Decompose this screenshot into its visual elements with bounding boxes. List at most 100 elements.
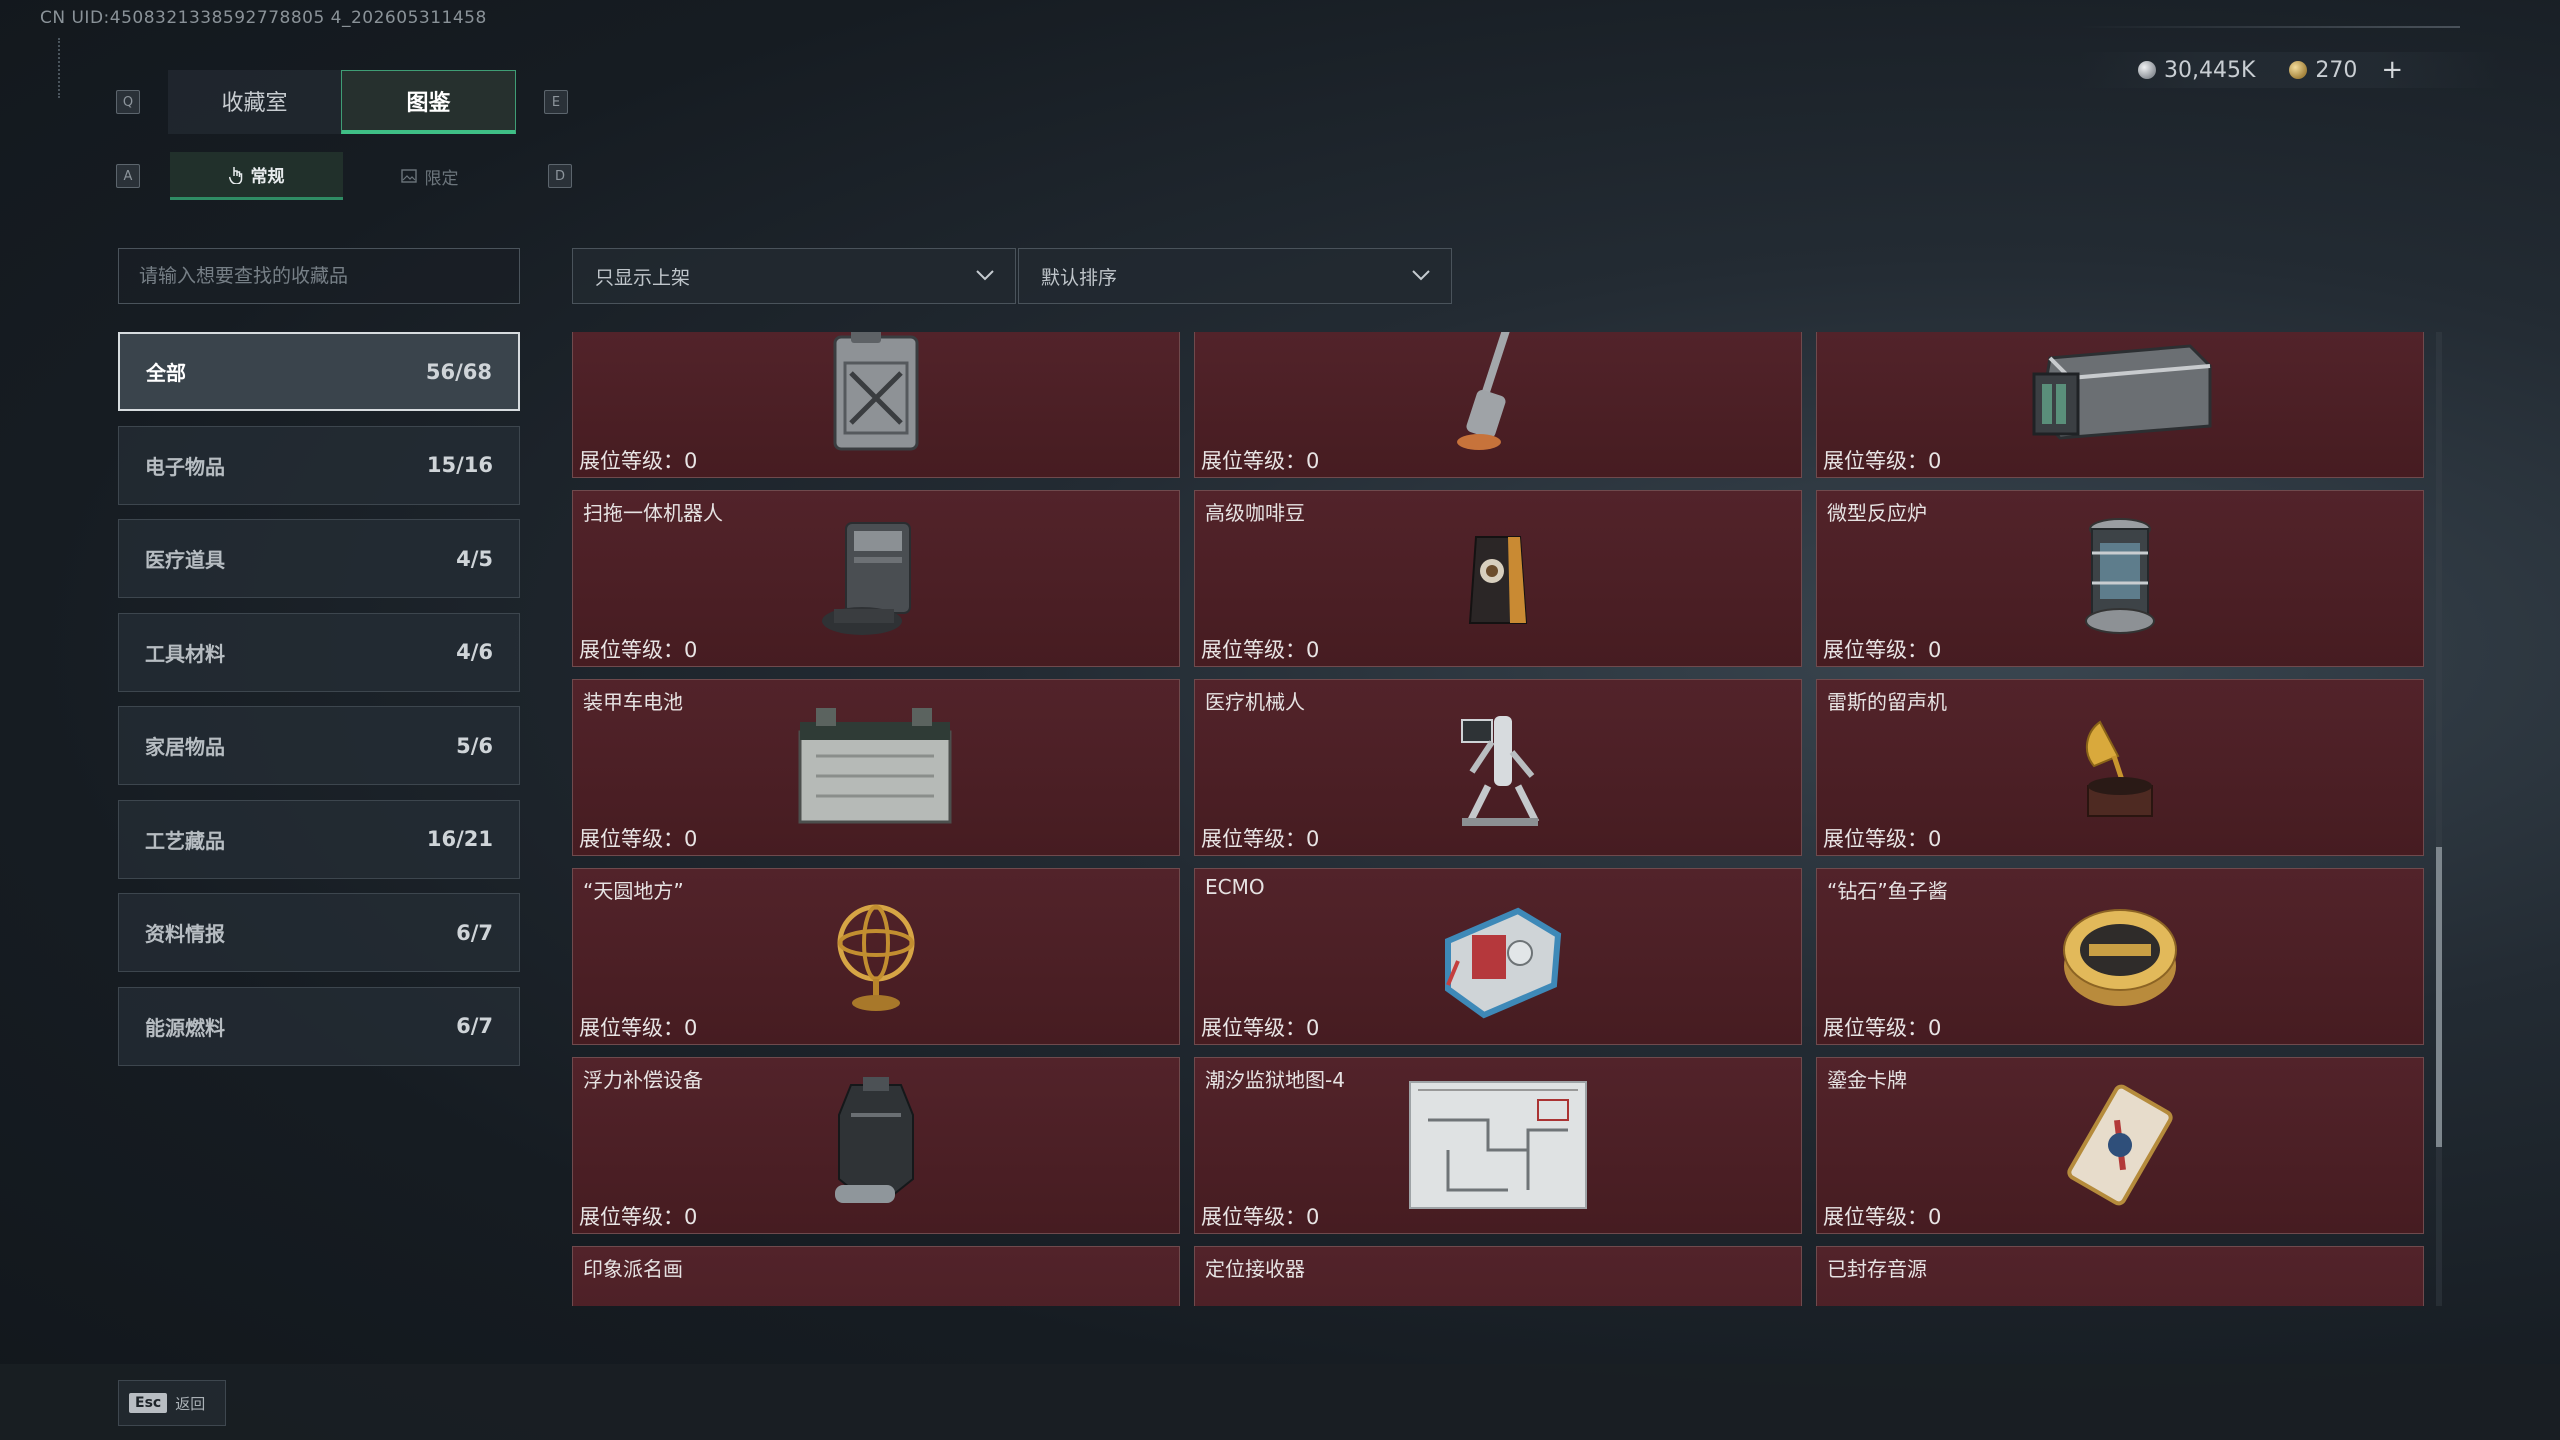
collection-card[interactable]: 医疗机械人 展位等级：0 xyxy=(1194,679,1802,856)
decor-line xyxy=(58,38,68,98)
collection-card[interactable]: “钻石”鱼子酱 展位等级：0 xyxy=(1816,868,2424,1045)
category-count: 4/5 xyxy=(456,546,493,571)
item-name: 鎏金卡牌 xyxy=(1827,1068,1907,1092)
category-label: 工艺藏品 xyxy=(145,828,225,853)
category-list: 全部 56/68 电子物品 15/16 医疗道具 4/5 工具材料 4/6 家居物品 5/… xyxy=(118,332,520,1080)
collection-grid: 展位等级：0 展位等级：0 展位等级：0 扫拖一体机器人 展位等级：0 高级咖啡… xyxy=(572,332,2424,1306)
item-name: 高级咖啡豆 xyxy=(1205,501,1305,525)
booth-level: 展位等级：0 xyxy=(579,638,698,662)
back-button[interactable]: Esc 返回 xyxy=(118,1380,226,1426)
silver-currency: 30,445K xyxy=(2138,58,2255,83)
hand-icon xyxy=(228,166,242,184)
item-name: 装甲车电池 xyxy=(583,690,683,714)
main-tabs: 收藏室 图鉴 xyxy=(168,70,516,134)
collection-card[interactable]: 雷斯的留声机 展位等级：0 xyxy=(1816,679,2424,856)
collection-card[interactable]: 展位等级：0 xyxy=(1816,332,2424,478)
booth-level: 展位等级：0 xyxy=(1201,638,1320,662)
collection-card[interactable]: 潮汐监狱地图-4 展位等级：0 xyxy=(1194,1057,1802,1234)
tab-collection-room[interactable]: 收藏室 xyxy=(168,70,341,134)
sort-dropdown[interactable]: 默认排序 xyxy=(1018,248,1452,304)
armillary-sphere-icon xyxy=(811,891,941,1021)
category-intel[interactable]: 资料情报 6/7 xyxy=(118,893,520,972)
item-name: 印象派名画 xyxy=(583,1257,683,1281)
collection-card[interactable]: 印象派名画 xyxy=(572,1246,1180,1306)
fuel-can-icon xyxy=(811,332,941,453)
key-hint-e: E xyxy=(544,90,568,114)
buoyancy-vest-icon xyxy=(811,1077,941,1210)
category-medical[interactable]: 医疗道具 4/5 xyxy=(118,519,520,598)
category-count: 5/6 xyxy=(456,733,493,758)
tab-codex[interactable]: 图鉴 xyxy=(341,70,516,134)
collection-card[interactable]: 已封存音源 xyxy=(1816,1246,2424,1306)
item-name: 浮力补偿设备 xyxy=(583,1068,703,1092)
booth-level: 展位等级：0 xyxy=(1823,827,1942,851)
caviar-tin-icon xyxy=(2055,891,2185,1021)
booth-level: 展位等级：0 xyxy=(1201,1205,1320,1229)
category-label: 资料情报 xyxy=(145,922,225,946)
category-label: 家居物品 xyxy=(145,735,225,759)
key-hint-a: A xyxy=(116,164,140,188)
category-electronics[interactable]: 电子物品 15/16 xyxy=(118,425,520,505)
booth-level: 展位等级：0 xyxy=(1201,827,1320,851)
booth-level: 展位等级：0 xyxy=(1201,449,1320,473)
booth-level: 展位等级：0 xyxy=(1201,1016,1320,1040)
grid-scrollbar[interactable] xyxy=(2436,332,2442,1306)
collection-card[interactable]: 高级咖啡豆 展位等级：0 xyxy=(1194,490,1802,667)
scrollbar-thumb[interactable] xyxy=(2436,847,2442,1147)
collection-card[interactable]: 展位等级：0 xyxy=(1194,332,1802,478)
item-name: “天圆地方” xyxy=(583,879,684,903)
category-label: 工具材料 xyxy=(145,641,225,666)
chevron-down-icon xyxy=(976,270,994,281)
collection-card[interactable]: 定位接收器 xyxy=(1194,1246,1802,1306)
item-name: 雷斯的留声机 xyxy=(1827,690,1947,714)
collection-card[interactable]: 装甲车电池 展位等级：0 xyxy=(572,679,1180,856)
category-label: 医疗道具 xyxy=(145,548,225,572)
item-name: 潮汐监狱地图-4 xyxy=(1205,1068,1345,1092)
collection-card[interactable]: 浮力补偿设备 展位等级：0 xyxy=(572,1057,1180,1234)
category-all[interactable]: 全部 56/68 xyxy=(118,332,520,411)
shelf-filter-dropdown[interactable]: 只显示上架 xyxy=(572,248,1016,304)
coffee-bag-icon xyxy=(1433,513,1563,643)
key-hint-d: D xyxy=(548,164,572,188)
gramophone-icon xyxy=(2055,702,2185,832)
robot-vacuum-icon xyxy=(811,513,941,643)
map-icon xyxy=(1403,1080,1593,1210)
dropdown-value: 只显示上架 xyxy=(595,266,691,289)
category-count: 6/7 xyxy=(456,1014,493,1038)
item-name: 定位接收器 xyxy=(1205,1257,1305,1281)
gold-currency: 270 xyxy=(2289,58,2357,83)
collection-card[interactable]: 鎏金卡牌 展位等级：0 xyxy=(1816,1057,2424,1234)
category-label: 能源燃料 xyxy=(145,1015,225,1040)
booth-level: 展位等级：0 xyxy=(579,827,698,851)
collection-card[interactable]: 展位等级：0 xyxy=(572,332,1180,478)
image-icon xyxy=(400,169,417,183)
category-crafts[interactable]: 工艺藏品 16/21 xyxy=(118,799,520,879)
currency-bar: 30,445K 270 + xyxy=(2080,52,2500,88)
collection-card[interactable]: 微型反应炉 展位等级：0 xyxy=(1816,490,2424,667)
search-input[interactable] xyxy=(118,248,520,304)
booth-level: 展位等级：0 xyxy=(1823,449,1942,473)
sub-tabs: 常规 限定 xyxy=(170,152,516,200)
tab-label: 常规 xyxy=(250,167,285,187)
booth-level: 展位等级：0 xyxy=(1823,1016,1942,1040)
tab-label: 图鉴 xyxy=(406,90,451,116)
collection-card[interactable]: 扫拖一体机器人 展位等级：0 xyxy=(572,490,1180,667)
category-household[interactable]: 家居物品 5/6 xyxy=(118,706,520,785)
silver-amount: 30,445K xyxy=(2164,57,2256,83)
booth-level: 展位等级：0 xyxy=(579,1205,698,1229)
add-currency-button[interactable]: + xyxy=(2381,55,2403,85)
collection-card[interactable]: ECMO 展位等级：0 xyxy=(1194,868,1802,1045)
category-energy[interactable]: 能源燃料 6/7 xyxy=(118,986,520,1066)
item-name: 医疗机械人 xyxy=(1205,690,1305,714)
collection-card[interactable]: “天圆地方” 展位等级：0 xyxy=(572,868,1180,1045)
tab-label: 限定 xyxy=(424,168,459,189)
booth-level: 展位等级：0 xyxy=(579,449,698,473)
server-unit-icon xyxy=(2020,332,2220,453)
gold-amount: 270 xyxy=(2315,57,2358,83)
category-count: 16/21 xyxy=(426,827,493,851)
tab-limited[interactable]: 限定 xyxy=(343,152,516,200)
booth-level: 展位等级：0 xyxy=(1823,638,1942,662)
tab-regular[interactable]: 常规 xyxy=(170,152,343,200)
battery-icon xyxy=(781,702,971,832)
category-tools[interactable]: 工具材料 4/6 xyxy=(118,612,520,692)
